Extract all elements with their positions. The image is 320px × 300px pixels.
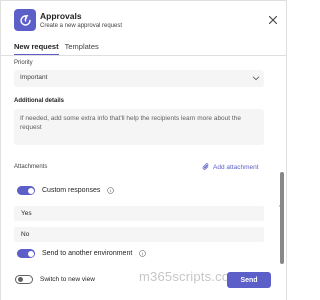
dialog-title: Approvals xyxy=(40,11,82,21)
watermark: m365scripts.com xyxy=(139,269,241,284)
new-view-label: Switch to new view xyxy=(40,276,95,283)
close-icon[interactable] xyxy=(268,12,278,25)
send-env-label: Send to another environment xyxy=(42,250,133,257)
priority-dropdown[interactable]: Important xyxy=(14,70,264,87)
tab-new-request[interactable]: New request xyxy=(14,41,59,55)
info-icon[interactable] xyxy=(107,187,115,194)
tab-templates[interactable]: Templates xyxy=(65,41,99,55)
attachments-label: Attachments xyxy=(14,164,48,170)
custom-responses-row: Custom responses xyxy=(17,186,115,195)
approval-dialog: Approvals Create a new approval request … xyxy=(0,0,287,300)
info-icon[interactable] xyxy=(139,250,147,257)
add-attachment-label: Add attachment xyxy=(213,163,259,171)
send-button[interactable]: Send xyxy=(227,272,271,288)
dialog-header: Approvals Create a new approval request xyxy=(1,1,286,37)
response-option-yes[interactable]: Yes xyxy=(14,206,264,221)
new-view-row: Switch to new view xyxy=(15,275,95,284)
send-env-toggle[interactable] xyxy=(17,249,35,258)
approvals-icon xyxy=(14,9,36,31)
dialog-subtitle: Create a new approval request xyxy=(40,23,123,29)
response-option-text: Yes xyxy=(21,209,32,217)
send-env-row: Send to another environment xyxy=(17,249,147,258)
details-label: Additional details xyxy=(14,98,65,104)
chevron-down-icon xyxy=(252,76,260,81)
paperclip-icon xyxy=(202,163,209,170)
tabs-divider xyxy=(1,55,286,56)
new-view-toggle[interactable] xyxy=(15,275,33,284)
details-input[interactable]: If needed, add some extra info that'll h… xyxy=(14,109,264,145)
priority-label: Priority xyxy=(14,60,33,66)
scrollbar-thumb[interactable] xyxy=(280,172,284,264)
add-attachment-button[interactable]: Add attachment xyxy=(202,163,259,171)
response-option-text: No xyxy=(21,230,30,238)
custom-responses-toggle[interactable] xyxy=(17,186,35,195)
custom-responses-label: Custom responses xyxy=(42,187,101,194)
dialog-footer: Switch to new view m365scripts.com Send xyxy=(1,265,286,300)
response-option-no[interactable]: No xyxy=(14,227,264,242)
tab-bar: New request Templates xyxy=(14,41,99,55)
priority-value: Important xyxy=(20,74,48,81)
